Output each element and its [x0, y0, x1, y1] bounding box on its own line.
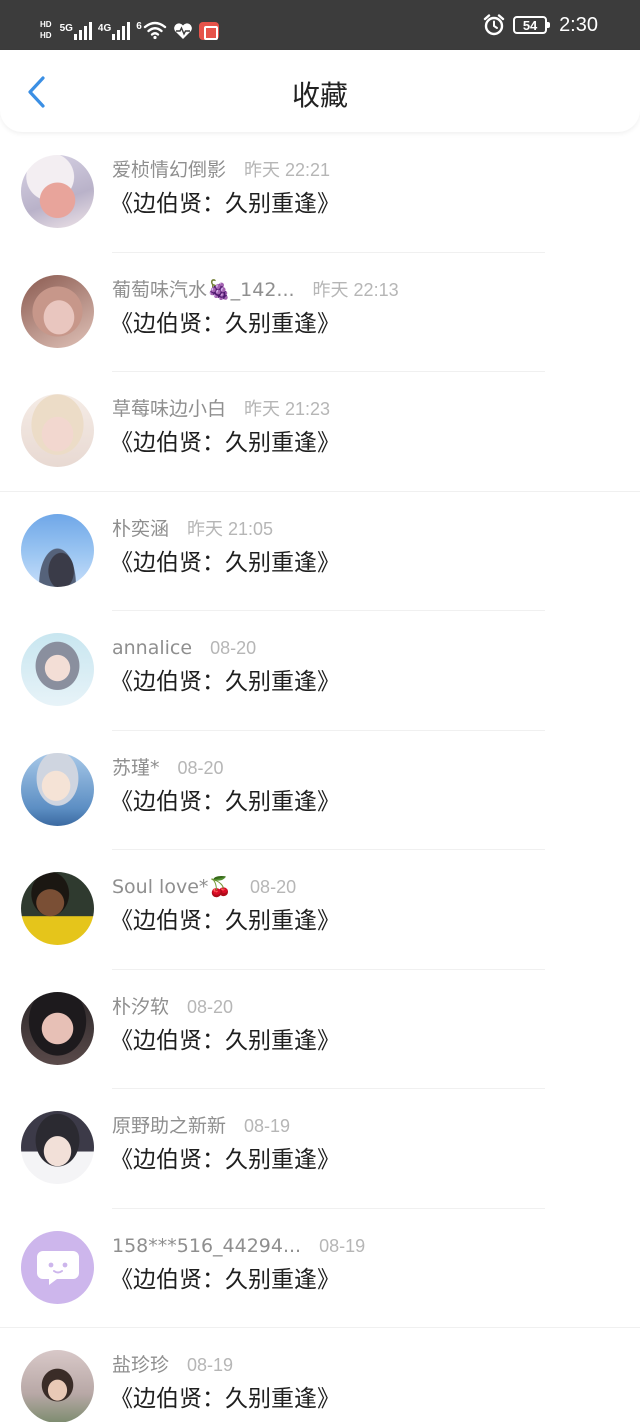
list-item[interactable]: annalice 08-20 《边伯贤：久别重逢》 [0, 611, 640, 731]
item-meta: 爱桢情幻倒影 昨天 22:21 [112, 158, 330, 182]
wifi-group: 6 [136, 20, 167, 40]
list-item[interactable]: 葡萄味汽水🍇_142... 昨天 22:13 《边伯贤：久别重逢》 [0, 253, 640, 373]
page-title: 收藏 [291, 79, 348, 112]
user-name[interactable]: annalice [112, 636, 192, 660]
user-name[interactable]: Soul love*🍒 [112, 875, 232, 899]
item-time: 08-20 [250, 877, 297, 897]
avatar[interactable] [21, 752, 94, 826]
app-notification-icon [198, 22, 219, 40]
item-time: 昨天 21:23 [244, 399, 331, 419]
list-item[interactable]: 盐珍珍 08-19 《边伯贤：久别重逢》 [0, 1328, 640, 1422]
hd-tag-1: HD [40, 20, 52, 29]
network-type-4g: 4G [97, 23, 112, 34]
item-time: 08-20 [177, 757, 224, 778]
status-bar-right: 54 2:30 [483, 0, 598, 50]
item-time: 昨天 22:13 [312, 279, 399, 300]
item-meta: 原野助之新新 08-19 [112, 1114, 290, 1138]
item-meta: 葡萄味汽水🍇_142... 昨天 22:13 [112, 278, 399, 302]
signal-5g: 5G [60, 22, 92, 40]
avatar[interactable] [21, 1111, 94, 1184]
signal-bars-icon [73, 22, 92, 40]
item-time: 昨天 22:21 [244, 160, 331, 180]
item-meta: 158***516_44294... 08-19 [112, 1234, 365, 1258]
book-title[interactable]: 《边伯贤：久别重逢》 [110, 428, 340, 458]
list-item[interactable]: Soul love*🍒 08-20 《边伯贤：久别重逢》 [0, 850, 640, 970]
user-name[interactable]: 158***516_44294... [112, 1234, 301, 1258]
alarm-clock-icon [483, 14, 505, 36]
item-time: 08-19 [187, 1355, 234, 1375]
battery-level: 54 [522, 17, 538, 33]
favorites-list: 爱桢情幻倒影 昨天 22:21 《边伯贤：久别重逢》 葡萄味汽水🍇_142...… [0, 133, 640, 1422]
status-clock: 2:30 [559, 13, 598, 36]
status-bar: HD HD 5G 4G 6 54 2:30 [0, 0, 640, 50]
avatar[interactable] [21, 155, 94, 228]
book-title[interactable]: 《边伯贤：久别重逢》 [110, 189, 340, 219]
item-time: 08-19 [244, 1116, 291, 1136]
book-title[interactable]: 《边伯贤：久别重逢》 [110, 1384, 340, 1414]
network-type-5g: 5G [59, 23, 73, 34]
health-heart-icon [173, 23, 192, 39]
item-time: 08-19 [319, 1235, 366, 1256]
hd-tag-2: HD [40, 31, 52, 40]
signal-bars-icon [112, 22, 131, 40]
item-time: 08-20 [187, 996, 234, 1017]
item-meta: 苏瑾* 08-20 [112, 756, 224, 780]
status-bar-left: HD HD 5G 4G 6 [40, 14, 219, 40]
user-name[interactable]: 朴奕涵 [112, 517, 169, 541]
avatar[interactable] [21, 1230, 94, 1304]
book-title[interactable]: 《边伯贤：久别重逢》 [110, 548, 340, 578]
list-item[interactable]: 158***516_44294... 08-19 《边伯贤：久别重逢》 [0, 1209, 640, 1329]
avatar[interactable] [21, 513, 94, 587]
avatar[interactable] [21, 394, 94, 467]
avatar[interactable] [21, 633, 94, 706]
book-title[interactable]: 《边伯贤：久别重逢》 [110, 787, 340, 817]
list-item[interactable]: 朴汐软 08-20 《边伯贤：久别重逢》 [0, 970, 640, 1090]
item-meta: annalice 08-20 [112, 636, 256, 660]
signal-4g: 4G [97, 22, 131, 40]
chat-bubble-icon [36, 1251, 79, 1285]
user-name[interactable]: 盐珍珍 [112, 1353, 169, 1377]
list-item[interactable]: 朴奕涵 昨天 21:05 《边伯贤：久别重逢》 [0, 492, 640, 612]
user-name[interactable]: 原野助之新新 [112, 1114, 226, 1138]
wifi-icon [143, 21, 167, 40]
book-title[interactable]: 《边伯贤：久别重逢》 [110, 906, 340, 936]
list-item[interactable]: 原野助之新新 08-19 《边伯贤：久别重逢》 [0, 1089, 640, 1209]
list-item[interactable]: 草莓味边小白 昨天 21:23 《边伯贤：久别重逢》 [0, 372, 640, 492]
avatar[interactable] [21, 872, 94, 945]
avatar[interactable] [21, 991, 94, 1065]
wifi-6-badge: 6 [136, 21, 142, 32]
list-item[interactable]: 爱桢情幻倒影 昨天 22:21 《边伯贤：久别重逢》 [0, 133, 640, 253]
hd-indicator: HD HD [40, 20, 52, 40]
item-meta: 朴奕涵 昨天 21:05 [112, 517, 273, 541]
app-header: 收藏 [0, 50, 640, 132]
avatar[interactable] [21, 274, 94, 348]
list-item[interactable]: 苏瑾* 08-20 《边伯贤：久别重逢》 [0, 731, 640, 851]
book-title[interactable]: 《边伯贤：久别重逢》 [110, 1265, 340, 1295]
avatar[interactable] [21, 1350, 94, 1422]
book-title[interactable]: 《边伯贤：久别重逢》 [110, 309, 340, 339]
item-meta: 朴汐软 08-20 [112, 995, 233, 1019]
item-time: 08-20 [210, 638, 257, 658]
user-name[interactable]: 朴汐软 [112, 995, 169, 1019]
item-meta: 盐珍珍 08-19 [112, 1353, 233, 1377]
item-meta: Soul love*🍒 08-20 [112, 875, 296, 899]
user-name[interactable]: 苏瑾* [112, 756, 160, 780]
user-name[interactable]: 爱桢情幻倒影 [112, 158, 226, 182]
book-title[interactable]: 《边伯贤：久别重逢》 [110, 1026, 340, 1056]
item-time: 昨天 21:05 [187, 518, 274, 539]
book-title[interactable]: 《边伯贤：久别重逢》 [110, 667, 340, 697]
book-title[interactable]: 《边伯贤：久别重逢》 [110, 1145, 340, 1175]
battery-icon: 54 [513, 16, 551, 34]
item-meta: 草莓味边小白 昨天 21:23 [112, 397, 330, 421]
user-name[interactable]: 葡萄味汽水🍇_142... [112, 278, 295, 302]
user-name[interactable]: 草莓味边小白 [112, 397, 226, 421]
